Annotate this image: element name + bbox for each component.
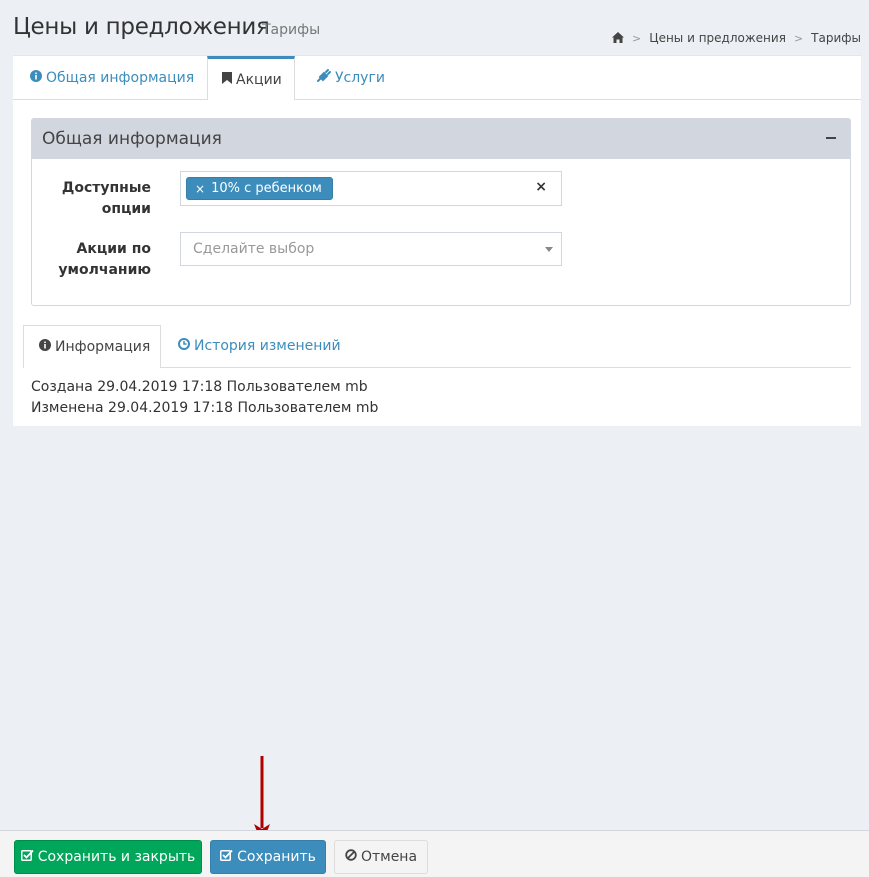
tab-label: История изменений: [194, 338, 341, 354]
info-lines: Создана 29.04.2019 17:18 Пользователем m…: [31, 377, 378, 419]
available-options-select[interactable]: × 10% с ребенком ×: [180, 171, 562, 206]
breadcrumb-separator: >: [632, 31, 642, 45]
footer-toolbar: Сохранить и закрыть Сохранить Отмена: [0, 830, 869, 877]
info-tabs: Информация История изменений: [23, 325, 851, 368]
tab-promotions[interactable]: Акции: [207, 56, 295, 100]
info-circle-icon: [30, 69, 46, 86]
tab-label: Акции: [236, 71, 282, 88]
option-tag: × 10% с ребенком: [186, 177, 333, 200]
button-label: Отмена: [360, 849, 418, 865]
check-square-icon: [20, 849, 38, 865]
check-square-icon: [220, 849, 237, 865]
page-header: Цены и предложения Тарифы > Цены и предл…: [13, 14, 861, 46]
main-card: Общая информация Акции Услуги Общая инфо…: [13, 55, 861, 426]
breadcrumb-item-prices[interactable]: Цены и предложения: [649, 31, 786, 45]
available-options-row: Доступные опции × 10% с ребенком ×: [32, 171, 850, 220]
save-button[interactable]: Сохранить: [210, 840, 326, 874]
default-promotions-row: Акции по умолчанию Сделайте выбор: [32, 232, 850, 281]
available-options-label: Доступные опции: [32, 178, 151, 220]
tab-change-history[interactable]: История изменений: [178, 325, 341, 367]
main-tabs: Общая информация Акции Услуги: [13, 56, 861, 100]
breadcrumb-item-tariffs: Тарифы: [811, 31, 861, 45]
label-line: опции: [101, 201, 151, 217]
created-info: Создана 29.04.2019 17:18 Пользователем m…: [31, 379, 368, 395]
box-title: Общая информация: [42, 129, 222, 149]
collapse-icon[interactable]: [826, 137, 836, 139]
home-icon[interactable]: [612, 32, 625, 44]
cancel-button[interactable]: Отмена: [334, 840, 428, 874]
label-line: Доступные: [61, 180, 151, 196]
general-info-box: Общая информация Доступные опции × 10% с…: [31, 118, 851, 306]
tag-remove-icon[interactable]: ×: [195, 182, 205, 196]
button-label: Сохранить: [237, 849, 316, 865]
button-label: Сохранить и закрыть: [37, 849, 196, 865]
clock-icon: [178, 338, 194, 354]
label-line: Акции по: [76, 241, 152, 257]
label-line: умолчанию: [58, 262, 151, 278]
tab-information[interactable]: Информация: [23, 325, 161, 368]
save-and-close-button[interactable]: Сохранить и закрыть: [14, 840, 202, 874]
box-header: Общая информация: [32, 119, 850, 159]
default-promotions-select[interactable]: Сделайте выбор: [180, 232, 562, 266]
clear-selection-icon[interactable]: ×: [535, 179, 547, 195]
tag-label: 10% с ребенком: [211, 181, 322, 196]
info-circle-icon: [39, 339, 55, 355]
bookmark-icon: [222, 71, 236, 88]
tab-label: Информация: [55, 339, 151, 355]
chevron-down-icon: [545, 247, 553, 252]
breadcrumb-separator: >: [793, 31, 804, 45]
tab-label: Общая информация: [46, 69, 195, 86]
page-title: Цены и предложения: [13, 14, 270, 40]
tab-general-info[interactable]: Общая информация: [30, 56, 194, 99]
tab-label: Услуги: [335, 69, 385, 86]
modified-info: Изменена 29.04.2019 17:18 Пользователем …: [31, 400, 379, 416]
plug-icon: [317, 69, 335, 86]
ban-icon: [345, 849, 361, 865]
page-subtitle: Тарифы: [262, 22, 321, 38]
default-promotions-label: Акции по умолчанию: [32, 239, 151, 281]
breadcrumb: > Цены и предложения > Тарифы: [612, 31, 861, 45]
tab-services[interactable]: Услуги: [317, 56, 385, 99]
select-placeholder: Сделайте выбор: [193, 241, 315, 257]
